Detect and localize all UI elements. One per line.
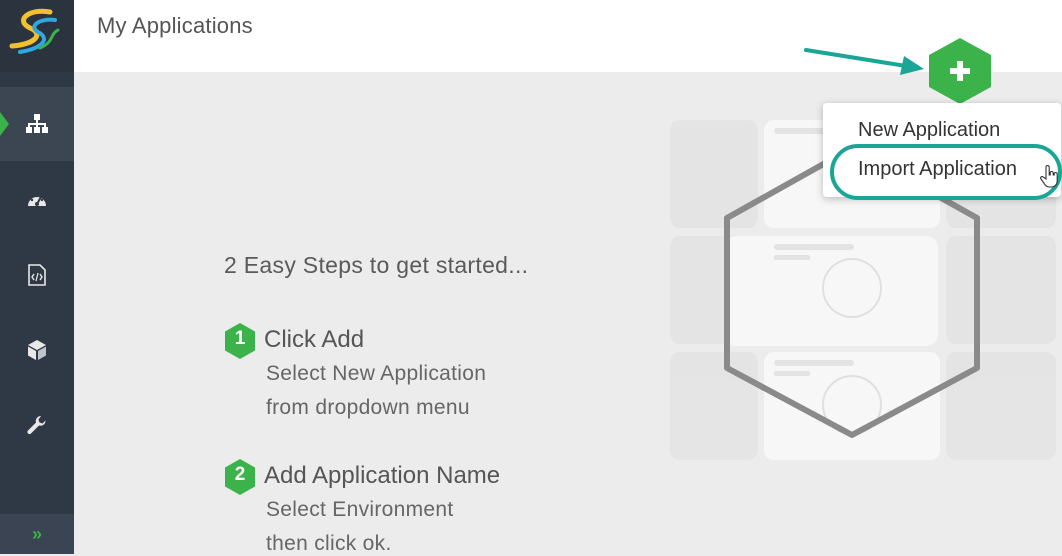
step-1-line-1: Select New Application xyxy=(266,362,487,385)
dashboard-gauge-icon xyxy=(28,194,46,206)
step-2-heading: Add Application Name xyxy=(264,462,501,489)
sidebar: » xyxy=(0,0,74,554)
step-1-number: 1 xyxy=(234,328,246,349)
logo-icon xyxy=(9,8,60,54)
sidebar-item-code[interactable] xyxy=(0,238,74,312)
wrench-icon xyxy=(27,415,46,435)
step-2-line-1: Select Environment xyxy=(266,498,454,521)
sidebar-item-settings[interactable] xyxy=(0,388,74,462)
menu-item-new-application[interactable]: New Application xyxy=(858,119,1000,142)
sitemap-icon xyxy=(26,114,48,133)
app-logo[interactable] xyxy=(0,0,74,72)
steps-title: 2 Easy Steps to get started... xyxy=(224,252,529,278)
step-1-line-2: from dropdown menu xyxy=(266,396,470,419)
add-application-button[interactable] xyxy=(924,36,996,106)
sidebar-item-dashboard[interactable] xyxy=(0,163,74,237)
sidebar-item-applications[interactable] xyxy=(0,87,74,161)
page-title: My Applications xyxy=(97,13,253,38)
code-file-icon xyxy=(28,264,46,286)
annotation-arrow-icon xyxy=(804,48,924,75)
cube-icon xyxy=(28,340,46,360)
sidebar-expand-button[interactable]: » xyxy=(0,514,74,554)
step-1-heading: Click Add xyxy=(264,326,365,353)
hand-pointer-icon xyxy=(1040,165,1058,188)
active-indicator xyxy=(0,112,9,136)
double-chevron-right-icon: » xyxy=(31,523,42,544)
import-highlight-ring xyxy=(830,144,1062,200)
sidebar-item-packages[interactable] xyxy=(0,313,74,387)
step-2-line-2: then click ok. xyxy=(266,532,392,555)
step-2-number: 2 xyxy=(234,464,246,485)
